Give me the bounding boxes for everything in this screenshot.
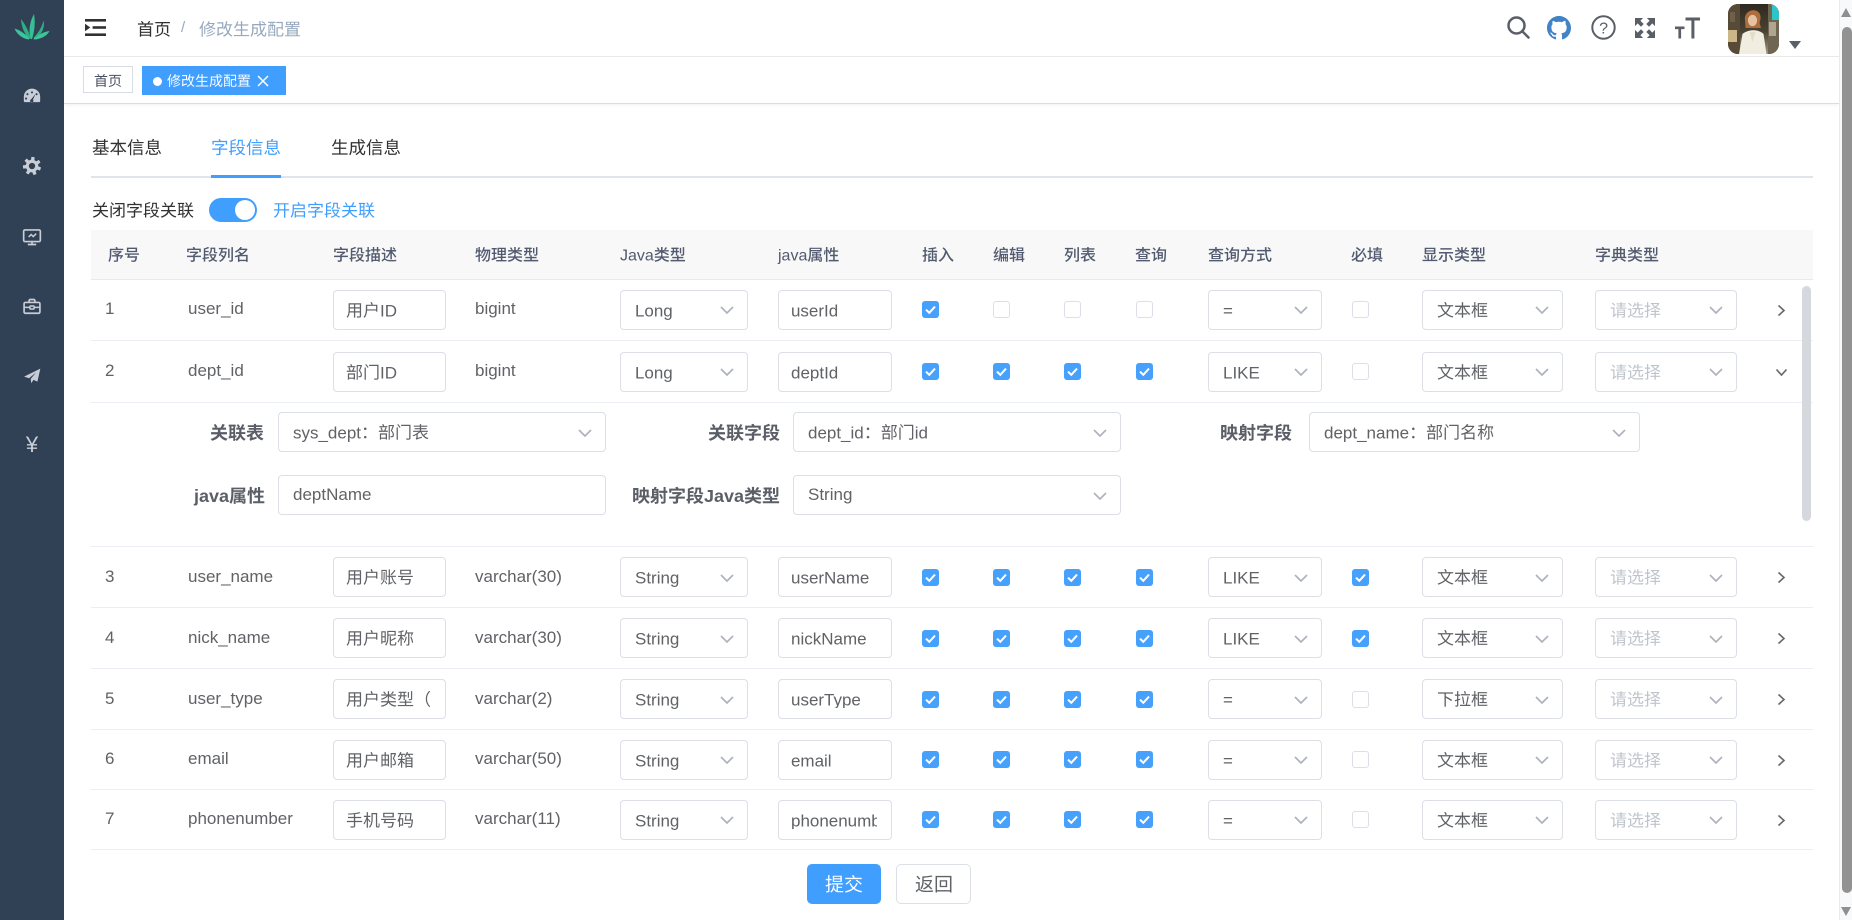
- svg-text:String: String: [635, 568, 679, 587]
- svg-text:LIKE: LIKE: [1223, 629, 1260, 648]
- svg-text:Long: Long: [635, 301, 673, 320]
- svg-text:ID: ID: [380, 364, 397, 381]
- svg-text:userId: userId: [791, 302, 838, 319]
- svg-text:email: email: [791, 752, 832, 769]
- svg-text:ID: ID: [380, 302, 397, 319]
- svg-text:sys_dept: sys_dept: [293, 423, 361, 442]
- svg-text:nickName: nickName: [791, 630, 867, 647]
- svg-text:=: =: [1223, 301, 1233, 320]
- svg-text:?: ?: [1599, 20, 1608, 37]
- svg-text:Java: Java: [620, 248, 654, 265]
- svg-text:phonenumber: phonenumber: [791, 812, 877, 829]
- svg-text:userName: userName: [791, 569, 869, 586]
- svg-text:id: id: [915, 423, 928, 442]
- svg-text:LIKE: LIKE: [1223, 568, 1260, 587]
- svg-text:=: =: [1223, 811, 1233, 830]
- svg-text:deptId: deptId: [791, 364, 838, 381]
- svg-text:java: java: [193, 486, 230, 506]
- svg-text:java: java: [777, 248, 807, 265]
- svg-text:String: String: [635, 751, 679, 770]
- svg-text:=: =: [1223, 690, 1233, 709]
- svg-text:dept_id: dept_id: [808, 423, 864, 442]
- svg-text:=: =: [1223, 751, 1233, 770]
- svg-text:Long: Long: [635, 363, 673, 382]
- svg-text:String: String: [635, 690, 679, 709]
- svg-text:Java: Java: [704, 486, 745, 506]
- svg-text:String: String: [635, 629, 679, 648]
- svg-text:dept_name: dept_name: [1324, 423, 1409, 442]
- svg-text:userType: userType: [791, 691, 861, 708]
- svg-text:LIKE: LIKE: [1223, 363, 1260, 382]
- svg-text:String: String: [635, 811, 679, 830]
